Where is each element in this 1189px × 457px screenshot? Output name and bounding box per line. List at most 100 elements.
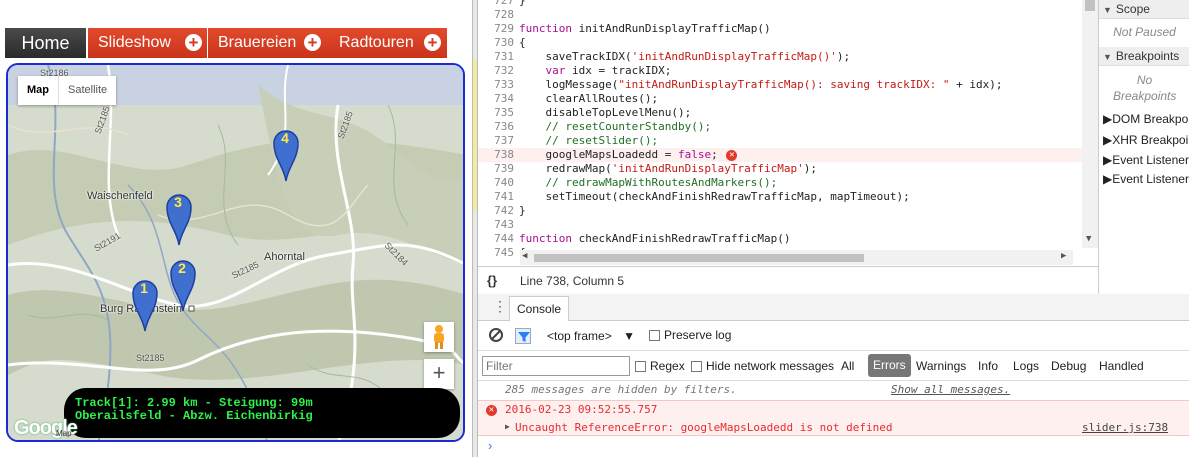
hidden-messages-row: 285 messages are hidden by filters. Show… (478, 381, 1189, 398)
level-debug[interactable]: Debug (1051, 359, 1086, 373)
slideshow-plus-icon[interactable]: + (185, 34, 202, 51)
track-marker-3[interactable]: 3 (165, 191, 193, 247)
zoom-in-button[interactable]: + (424, 359, 454, 389)
line-number[interactable]: 741 (478, 190, 516, 204)
line-number[interactable]: 732 (478, 64, 516, 78)
line-number[interactable]: 745 (478, 246, 516, 260)
radtouren-plus-icon[interactable]: + (424, 34, 441, 51)
filter-icon[interactable] (515, 328, 531, 344)
nav-slideshow[interactable]: Slideshow + (88, 28, 207, 58)
checkbox-icon[interactable] (649, 330, 660, 342)
pretty-print-icon[interactable]: {} (487, 267, 497, 295)
error-source-link[interactable]: slider.js:738 (1082, 421, 1168, 434)
hide-network-checkbox[interactable]: Hide network messages (691, 359, 834, 373)
code-line[interactable]: 740 // redrawMapWithRoutesAndMarkers(); (478, 176, 1082, 190)
track-marker-1[interactable]: 1 (131, 277, 159, 333)
level-errors[interactable]: Errors (868, 354, 911, 377)
code-line[interactable]: 742} (478, 204, 1082, 218)
level-handled[interactable]: Handled (1099, 359, 1144, 373)
pegman-icon[interactable] (424, 322, 454, 352)
tab-console[interactable]: Console (509, 296, 570, 321)
code-line[interactable]: 730{ (478, 36, 1082, 50)
show-all-messages-link[interactable]: Show all messages. (891, 381, 1010, 398)
track-marker-2[interactable]: 2 (169, 257, 197, 313)
line-number[interactable]: 744 (478, 232, 516, 246)
line-number[interactable]: 742 (478, 204, 516, 218)
event-listener-breakpoints-header[interactable]: ▶Event Listener Breakpoints (1099, 151, 1189, 170)
track-marker-number: 4 (281, 130, 289, 146)
code-line[interactable]: 728 (478, 8, 1082, 22)
line-number[interactable]: 733 (478, 78, 516, 92)
scroll-thumb[interactable] (534, 254, 864, 262)
code-line[interactable]: 739 redrawMap('initAndRunDisplayTrafficM… (478, 162, 1082, 176)
vertical-scrollbar[interactable]: ▼ (1082, 0, 1098, 248)
preserve-log-checkbox[interactable]: Preserve log (649, 328, 731, 342)
console-prompt-icon[interactable]: › (488, 438, 492, 453)
line-number[interactable]: 729 (478, 22, 516, 36)
event-listeners-header[interactable]: ▶Event Listeners (1099, 170, 1189, 189)
code-line[interactable]: 737 // resetSlider(); (478, 134, 1082, 148)
hide-network-label: Hide network messages (706, 359, 835, 373)
clear-console-icon[interactable] (489, 328, 503, 342)
dom-breakpoints-header[interactable]: ▶DOM Breakpoints (1099, 110, 1189, 129)
road-label: St2185 (136, 353, 165, 363)
line-number[interactable]: 730 (478, 36, 516, 50)
code-line[interactable]: 734 clearAllRoutes(); (478, 92, 1082, 106)
level-info[interactable]: Info (978, 359, 998, 373)
checkbox-icon[interactable] (691, 361, 702, 373)
frame-selector[interactable]: <top frame> ▼ (547, 329, 635, 343)
code-text: googleMapsLoadedd = false; ✕ (519, 148, 738, 162)
brauereien-plus-icon[interactable]: + (304, 34, 321, 51)
code-line[interactable]: 738 googleMapsLoadedd = false; ✕ (478, 148, 1082, 162)
map-type-map-button[interactable]: Map (18, 76, 58, 105)
nav-brauereien[interactable]: Brauereien + (208, 28, 329, 58)
level-logs[interactable]: Logs (1013, 359, 1039, 373)
code-line[interactable]: 741 setTimeout(checkAndFinishRedrawTraff… (478, 190, 1082, 204)
horizontal-scrollbar[interactable]: ◀ ▶ (520, 250, 1073, 265)
error-timestamp: 2016-02-23 09:52:55.757 (505, 403, 658, 416)
line-number[interactable]: 728 (478, 8, 516, 22)
code-line[interactable]: 727} (478, 0, 1082, 8)
more-options-icon[interactable]: ⋮ (493, 298, 507, 315)
dom-breakpoints-label: DOM Breakpoints (1112, 112, 1189, 126)
expand-triangle-icon[interactable]: ▶ (505, 422, 510, 431)
line-number[interactable]: 736 (478, 120, 516, 134)
checkbox-icon[interactable] (635, 361, 646, 373)
code-line[interactable]: 732 var idx = trackIDX; (478, 64, 1082, 78)
line-number[interactable]: 735 (478, 106, 516, 120)
line-number[interactable]: 739 (478, 162, 516, 176)
scroll-left-arrow-icon[interactable]: ◀ (522, 251, 527, 261)
breakpoints-section-header[interactable]: ▼ Breakpoints (1099, 47, 1189, 66)
expanded-triangle-icon: ▼ (1103, 52, 1112, 62)
code-line[interactable]: 735 disableTopLevelMenu(); (478, 106, 1082, 120)
code-line[interactable]: 744 function checkAndFinishRedrawTrafficM… (478, 232, 1082, 246)
scroll-right-arrow-icon[interactable]: ▶ (1061, 251, 1066, 261)
source-editor[interactable]: 727} 728 729 function initAndRunDisplayTraf… (478, 0, 1098, 266)
error-text[interactable]: Uncaught ReferenceError: googleMapsLoade… (515, 421, 893, 434)
scope-section-header[interactable]: ▼ Scope (1099, 0, 1189, 19)
level-warnings[interactable]: Warnings (916, 359, 966, 373)
code-line[interactable]: 729 function initAndRunDisplayTrafficMap(… (478, 22, 1082, 36)
nav-radtouren[interactable]: Radtouren + (329, 28, 447, 58)
regex-checkbox[interactable]: Regex (635, 359, 685, 373)
code-line[interactable]: 736 // resetCounterStandby(); (478, 120, 1082, 134)
line-number[interactable]: 731 (478, 50, 516, 64)
track-marker-4[interactable]: 4 (272, 127, 300, 183)
code-line[interactable]: 731 saveTrackIDX('initAndRunDisplayTraff… (478, 50, 1082, 64)
console-filter-input[interactable] (482, 356, 630, 376)
scroll-down-arrow-icon[interactable]: ▼ (1086, 234, 1091, 244)
xhr-breakpoints-header[interactable]: ▶XHR Breakpoints (1099, 131, 1189, 150)
line-number[interactable]: 727 (478, 0, 516, 8)
map-view[interactable]: Map Satellite Waischenfeld Ahorntal Burg… (6, 63, 465, 442)
code-line[interactable]: 743 (478, 218, 1082, 232)
scroll-thumb[interactable] (1085, 0, 1095, 11)
line-number[interactable]: 738 (478, 148, 516, 162)
line-number[interactable]: 740 (478, 176, 516, 190)
home-button[interactable]: Home (5, 28, 86, 58)
level-all[interactable]: All (841, 359, 854, 373)
line-number[interactable]: 734 (478, 92, 516, 106)
code-line[interactable]: 733 logMessage("initAndRunDisplayTraffic… (478, 78, 1082, 92)
line-number[interactable]: 743 (478, 218, 516, 232)
map-type-satellite-button[interactable]: Satellite (58, 76, 116, 105)
line-number[interactable]: 737 (478, 134, 516, 148)
